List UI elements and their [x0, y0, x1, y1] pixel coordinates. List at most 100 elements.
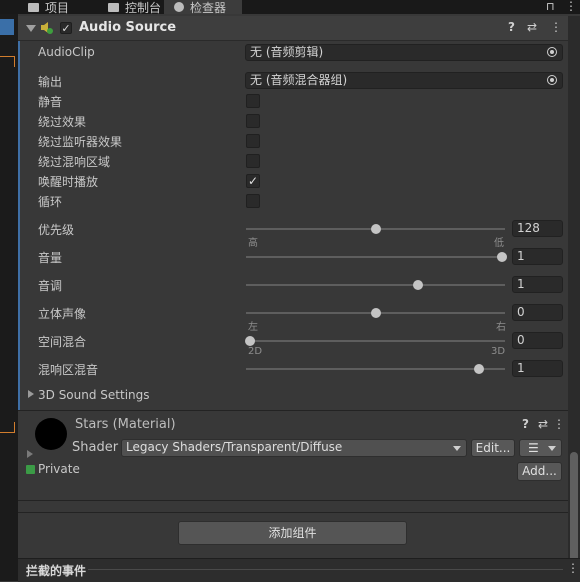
intercepted-events-bar[interactable]: 拦截的事件 ⋮ [18, 558, 580, 582]
volume-label: 音量 [38, 251, 63, 265]
pitch-slider-track[interactable] [246, 284, 505, 286]
scene-frame-bottom [0, 422, 15, 433]
material-foldout-arrow-icon[interactable] [27, 450, 33, 458]
inspector-divider [18, 512, 568, 513]
reverb-zone-mix-slider-thumb[interactable] [474, 364, 484, 374]
pitch-label: 音调 [38, 279, 63, 293]
component-divider [18, 410, 568, 411]
audio-source-header[interactable]: ✓ Audio Source ? ⇄ ⋮ [18, 16, 568, 41]
add-label-button[interactable]: Add... [517, 462, 562, 481]
object-picker-icon[interactable] [547, 75, 557, 85]
volume-slider-track[interactable] [246, 256, 505, 258]
bypass-listener-effects-label: 绕过监听器效果 [38, 135, 123, 149]
priority-slider-thumb[interactable] [371, 224, 381, 234]
material-name: Stars (Material) [75, 417, 176, 432]
audioclip-label: AudioClip [38, 45, 95, 59]
reverb-zone-mix-slider-track[interactable] [246, 368, 505, 370]
preset-icon[interactable]: ⇄ [538, 417, 548, 431]
tab-project-label: 项目 [45, 0, 70, 15]
output-label: 输出 [38, 75, 63, 89]
audio-source-icon [40, 21, 53, 34]
shader-edit-button[interactable]: Edit... [471, 439, 515, 457]
scene-frame-top [0, 56, 15, 67]
spatial-blend-value-field[interactable]: 0 [512, 332, 563, 349]
spatial-blend-slider-thumb[interactable] [245, 336, 255, 346]
priority-max-label: 低 [494, 238, 504, 249]
foldout-arrow-icon[interactable] [26, 25, 36, 32]
component-menu-icon[interactable]: ⋮ [550, 20, 562, 34]
drag-handle-divider [88, 569, 563, 570]
stereo-pan-max-label: 右 [496, 322, 506, 333]
bypass-effects-checkbox[interactable] [246, 114, 260, 128]
bypass-listener-effects-checkbox[interactable] [246, 134, 260, 148]
reverb-zone-mix-value-field[interactable]: 1 [512, 360, 563, 377]
volume-value-field[interactable]: 1 [512, 248, 563, 265]
shader-value: Legacy Shaders/Transparent/Diffuse [126, 440, 343, 454]
mute-label: 静音 [38, 95, 63, 109]
tab-inspector-label: 检查器 [190, 0, 227, 15]
shader-list-button[interactable]: ☰ [519, 439, 562, 457]
inspector-divider [18, 500, 568, 501]
private-checkbox[interactable] [26, 465, 35, 474]
tab-bar: 项目 控制台 检查器 ⊓ ⋮ [0, 0, 580, 15]
panel-menu-icon[interactable]: ⋮ [567, 561, 579, 575]
material-menu-icon[interactable]: ⋮ [553, 417, 565, 431]
spatial-blend-slider-track[interactable] [246, 340, 505, 342]
preset-icon[interactable]: ⇄ [527, 20, 537, 34]
priority-label: 优先级 [38, 223, 75, 237]
spatial-blend-max-label: 3D [491, 346, 506, 357]
tab-menu-icon[interactable]: ⋮ [565, 0, 577, 13]
info-icon [174, 2, 184, 12]
console-icon [108, 2, 119, 12]
material-preview [35, 418, 67, 450]
play-on-awake-checkbox[interactable]: ✓ [246, 174, 260, 188]
component-enabled-checkbox[interactable]: ✓ [60, 22, 72, 34]
stereo-pan-label: 立体声像 [38, 307, 87, 321]
folder-icon [28, 2, 39, 12]
tab-console-label: 控制台 [125, 0, 162, 15]
stereo-pan-value-field[interactable]: 0 [512, 304, 563, 321]
intercepted-events-label: 拦截的事件 [26, 564, 87, 578]
list-icon: ☰ [528, 441, 539, 455]
play-on-awake-label: 唤醒时播放 [38, 175, 99, 189]
lock-icon[interactable]: ⊓ [546, 0, 555, 13]
object-picker-icon[interactable] [547, 47, 557, 57]
help-icon[interactable]: ? [508, 20, 515, 34]
output-field[interactable]: 无 (音频混合器组) [245, 72, 563, 89]
tab-console[interactable]: 控制台 [98, 0, 164, 15]
foldout-arrow-icon[interactable] [28, 390, 34, 398]
audioclip-field[interactable]: 无 (音频剪辑) [245, 44, 563, 61]
add-component-button[interactable]: 添加组件 [178, 521, 407, 545]
chevron-down-icon [453, 446, 461, 451]
loop-checkbox[interactable] [246, 194, 260, 208]
help-icon[interactable]: ? [522, 417, 529, 431]
private-label: Private [38, 462, 80, 476]
output-value: 无 (音频混合器组) [250, 73, 348, 87]
pitch-value-field[interactable]: 1 [512, 276, 563, 293]
audioclip-value: 无 (音频剪辑) [250, 45, 324, 59]
bypass-reverb-zones-label: 绕过混响区域 [38, 155, 111, 169]
left-panel-dropdown[interactable] [0, 19, 14, 35]
mute-checkbox[interactable] [246, 94, 260, 108]
spatial-blend-min-label: 2D [248, 346, 263, 357]
scrollbar-thumb[interactable] [570, 452, 578, 562]
stereo-pan-slider-thumb[interactable] [371, 308, 381, 318]
component-title: Audio Source [79, 20, 177, 35]
tab-inspector[interactable]: 检查器 [164, 0, 242, 15]
spatial-blend-label: 空间混合 [38, 335, 87, 349]
left-panel-edge [0, 14, 18, 581]
reverb-zone-mix-label: 混响区混音 [38, 363, 99, 377]
stereo-pan-min-label: 左 [248, 322, 258, 333]
shader-label: Shader [72, 440, 119, 455]
bypass-reverb-zones-checkbox[interactable] [246, 154, 260, 168]
volume-slider-thumb[interactable] [497, 252, 507, 262]
3d-sound-settings-foldout[interactable]: 3D Sound Settings [38, 388, 150, 402]
shader-dropdown[interactable]: Legacy Shaders/Transparent/Diffuse [121, 439, 467, 457]
priority-value-field[interactable]: 128 [512, 220, 563, 237]
tab-project[interactable]: 项目 [18, 0, 98, 15]
pitch-slider-thumb[interactable] [413, 280, 423, 290]
chevron-down-icon [548, 446, 556, 451]
bypass-effects-label: 绕过效果 [38, 115, 87, 129]
loop-label: 循环 [38, 195, 63, 209]
selection-indicator [18, 38, 20, 410]
